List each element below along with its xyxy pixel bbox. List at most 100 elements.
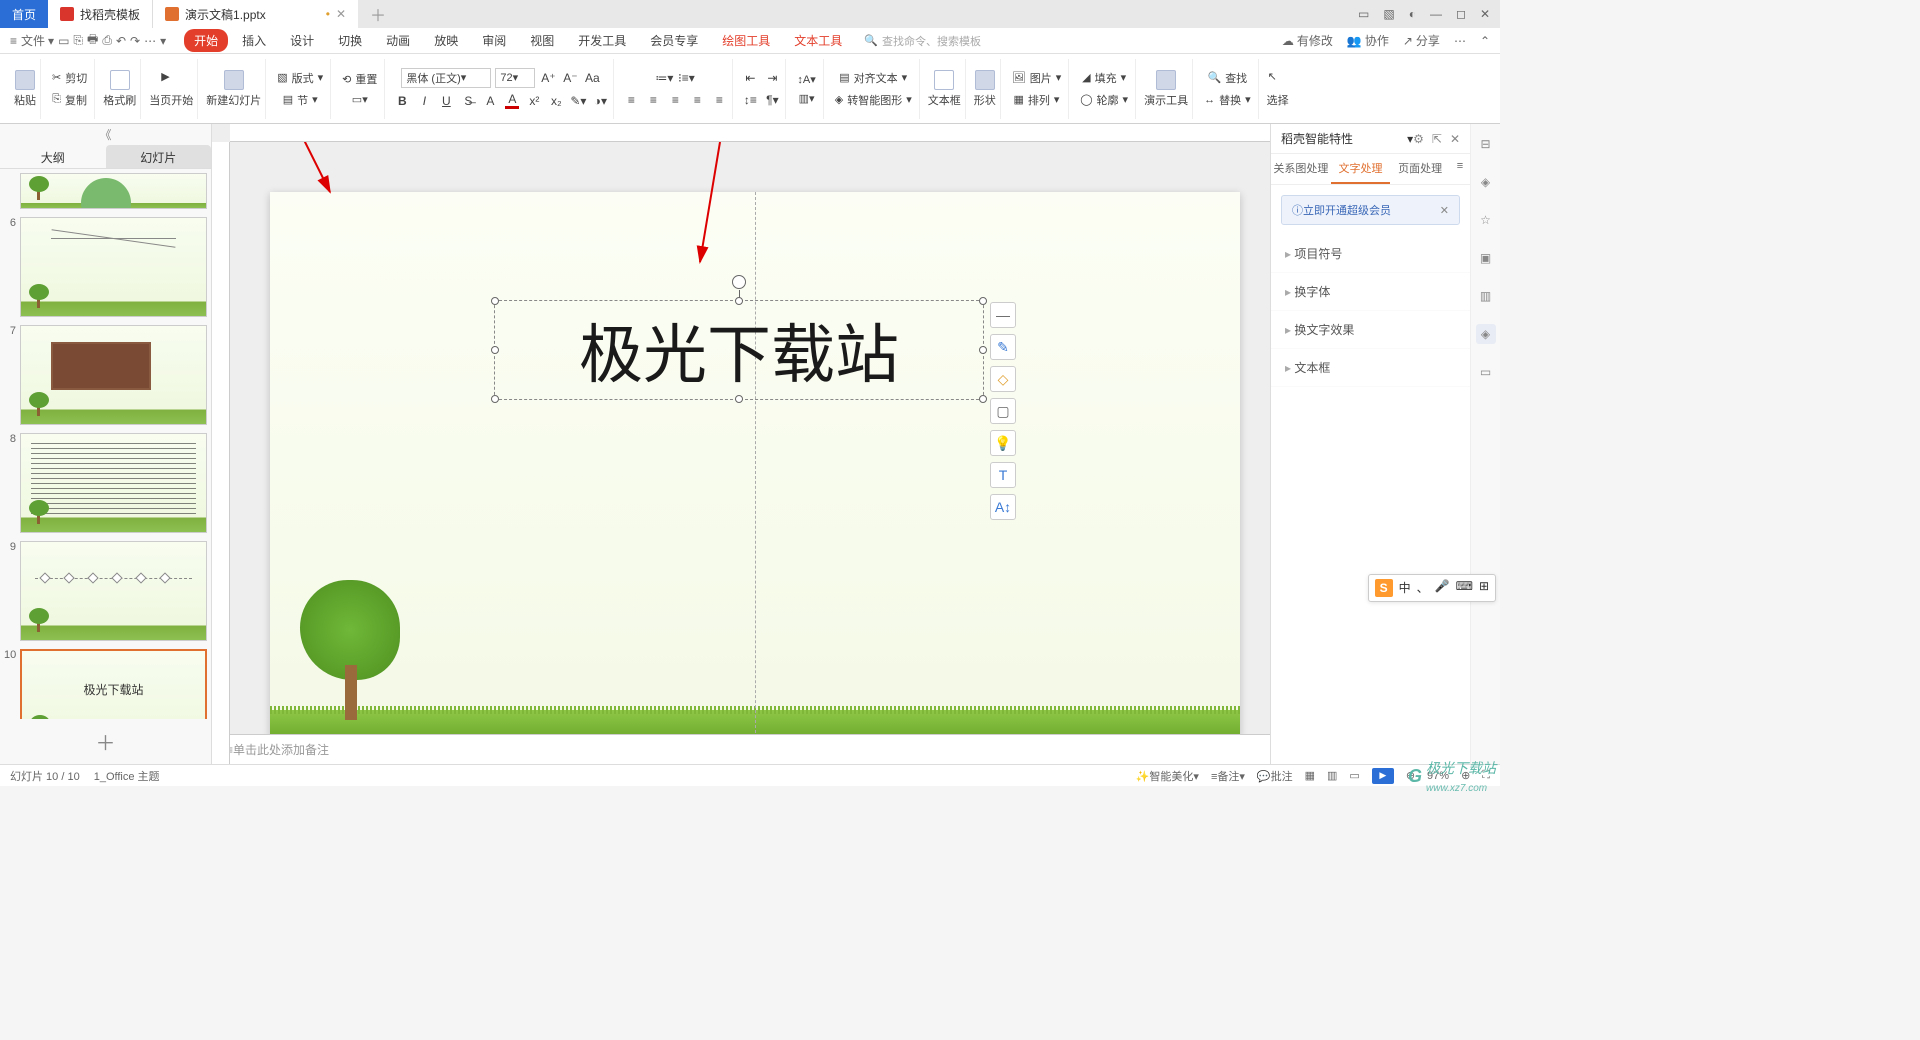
collaborate-button[interactable]: 👥 协作 [1347, 32, 1389, 49]
tab-add-button[interactable]: ＋ [358, 2, 398, 26]
rpanel-item-textbox[interactable]: 文本框 [1271, 349, 1470, 387]
win-icon[interactable]: ▧ [1383, 7, 1394, 21]
resize-handle[interactable] [735, 297, 743, 305]
section-button[interactable]: ▤节▾ [280, 91, 321, 109]
view-sorter-icon[interactable]: ▥ [1327, 769, 1337, 782]
select-icon[interactable]: ↖ [1268, 70, 1288, 90]
layout-button[interactable]: ▧版式▾ [274, 69, 326, 87]
add-slide-button[interactable]: ＋ [0, 719, 211, 764]
collapse-ribbon-icon[interactable]: ⌃ [1480, 32, 1490, 49]
blank-button[interactable]: ▭▾ [349, 92, 371, 107]
view-normal-icon[interactable]: ▦ [1305, 769, 1315, 782]
clear-format-icon[interactable]: ◑▾ [591, 92, 609, 110]
paste-icon[interactable] [15, 70, 35, 90]
float-pen-icon[interactable]: ✎ [990, 334, 1016, 360]
avatar-icon[interactable]: ◐ [1409, 7, 1416, 21]
font-style-icon[interactable]: A [481, 92, 499, 110]
rtab-relation[interactable]: 关系图处理 [1271, 154, 1331, 184]
float-collapse-icon[interactable]: — [990, 302, 1016, 328]
superscript-icon[interactable]: x² [525, 92, 543, 110]
status-beautify[interactable]: ✨智能美化▾ [1136, 768, 1199, 784]
rpanel-pin-icon[interactable]: ⇱ [1432, 132, 1442, 146]
para-spacing-icon[interactable]: ¶▾ [763, 91, 781, 109]
resize-handle[interactable] [979, 297, 987, 305]
tab-slides[interactable]: 幻灯片 [106, 145, 212, 168]
increase-indent-icon[interactable]: ⇥ [763, 69, 781, 87]
side-props-icon[interactable]: ◈ [1476, 172, 1496, 192]
side-dict-icon[interactable]: ▭ [1476, 362, 1496, 382]
modify-status[interactable]: ☁ 有修改 [1282, 32, 1333, 49]
fill-button[interactable]: ◢填充▾ [1079, 69, 1129, 87]
tab-close-icon[interactable]: ✕ [336, 7, 346, 21]
tab-text-tools[interactable]: 文本工具 [784, 29, 852, 52]
numbering-icon[interactable]: ⁝≡▾ [677, 69, 695, 87]
tab-review[interactable]: 审阅 [472, 29, 516, 52]
side-star-icon[interactable]: ☆ [1476, 210, 1496, 230]
float-idea-icon[interactable]: 💡 [990, 430, 1016, 456]
tab-start[interactable]: 开始 [184, 29, 228, 52]
status-comments[interactable]: 💬批注 [1257, 768, 1293, 784]
resize-handle[interactable] [491, 297, 499, 305]
side-highlight-icon[interactable]: ◈ [1476, 324, 1496, 344]
font-color-icon[interactable]: A [503, 92, 521, 110]
distributed-icon[interactable]: ≡ [710, 91, 728, 109]
textbox-icon[interactable] [934, 70, 954, 90]
tab-document[interactable]: 演示文稿1.pptx • ✕ [153, 0, 358, 28]
text-direction-icon[interactable]: ↕A▾ [794, 72, 818, 87]
resize-handle[interactable] [979, 346, 987, 354]
side-tools-icon[interactable]: ⊟ [1476, 134, 1496, 154]
maximize-icon[interactable]: ◻ [1456, 7, 1466, 21]
menu-icon[interactable]: ≡ [10, 34, 17, 48]
thumb-10[interactable]: 极光下载站 [20, 649, 207, 719]
align-center-icon[interactable]: ≡ [644, 91, 662, 109]
ime-punct[interactable]: 、 [1417, 579, 1429, 597]
outline-button[interactable]: ◯轮廓▾ [1077, 91, 1131, 109]
rpanel-item-bullets[interactable]: 项目符号 [1271, 235, 1470, 273]
font-name-select[interactable]: 黑体 (正文) ▾ [401, 68, 491, 88]
align-text-button[interactable]: ▤对齐文本▾ [836, 69, 910, 87]
ime-lang[interactable]: 中 [1399, 579, 1411, 597]
rpanel-settings-icon[interactable]: ⚙ [1413, 132, 1424, 146]
rtab-page[interactable]: 页面处理 [1390, 154, 1450, 184]
command-search[interactable]: 🔍 查找命令、搜索模板 [864, 33, 981, 49]
tab-animation[interactable]: 动画 [376, 29, 420, 52]
qa-print-icon[interactable]: 🖶 [87, 30, 98, 51]
more-icon[interactable]: ⋯ [1454, 32, 1466, 49]
qa-preview-icon[interactable]: ⎙ [102, 33, 112, 48]
qa-redo-icon[interactable]: ↷ [130, 34, 140, 48]
tab-design[interactable]: 设计 [280, 29, 324, 52]
collapse-thumbs-icon[interactable]: 《 [0, 124, 211, 145]
bullets-icon[interactable]: ≔▾ [655, 69, 673, 87]
float-fill-icon[interactable]: ◇ [990, 366, 1016, 392]
slideshow-button[interactable]: ▶ [1372, 768, 1394, 784]
strike-icon[interactable]: S̶ [459, 92, 477, 110]
rpanel-item-font[interactable]: 换字体 [1271, 273, 1470, 311]
minimize-icon[interactable]: — [1430, 7, 1442, 21]
qa-save-icon[interactable]: ⎘ [73, 33, 83, 48]
rtab-text[interactable]: 文字处理 [1331, 154, 1391, 184]
presenter-icon[interactable] [1156, 70, 1176, 90]
line-spacing-icon[interactable]: ↕≡ [741, 91, 759, 109]
smart-graphic-button[interactable]: ◈转智能图形▾ [832, 91, 915, 109]
thumb-7[interactable] [20, 325, 207, 425]
tab-transition[interactable]: 切换 [328, 29, 372, 52]
bold-icon[interactable]: B [393, 92, 411, 110]
qa-dropdown-icon[interactable]: ▾ [160, 34, 166, 48]
highlight-icon[interactable]: ✎▾ [569, 92, 587, 110]
tab-view[interactable]: 视图 [520, 29, 564, 52]
thumb-9[interactable] [20, 541, 207, 641]
italic-icon[interactable]: I [415, 92, 433, 110]
share-button[interactable]: ↗ 分享 [1403, 32, 1440, 49]
arrange-button[interactable]: ▦排列▾ [1011, 91, 1063, 109]
rotate-handle[interactable] [732, 275, 746, 289]
rpanel-item-effect[interactable]: 换文字效果 [1271, 311, 1470, 349]
notes-pane[interactable]: ≡ 单击此处添加备注 [212, 734, 1270, 764]
qa-more-icon[interactable]: ⋯ [144, 34, 156, 48]
tab-developer[interactable]: 开发工具 [568, 29, 636, 52]
tab-docer[interactable]: 找稻壳模板 [48, 0, 153, 28]
justify-icon[interactable]: ≡ [688, 91, 706, 109]
side-layers-icon[interactable]: ▥ [1476, 286, 1496, 306]
format-painter-icon[interactable] [110, 70, 130, 90]
qa-new-icon[interactable]: ▭ [58, 34, 69, 48]
ime-grid-icon[interactable]: ⊞ [1479, 579, 1489, 597]
